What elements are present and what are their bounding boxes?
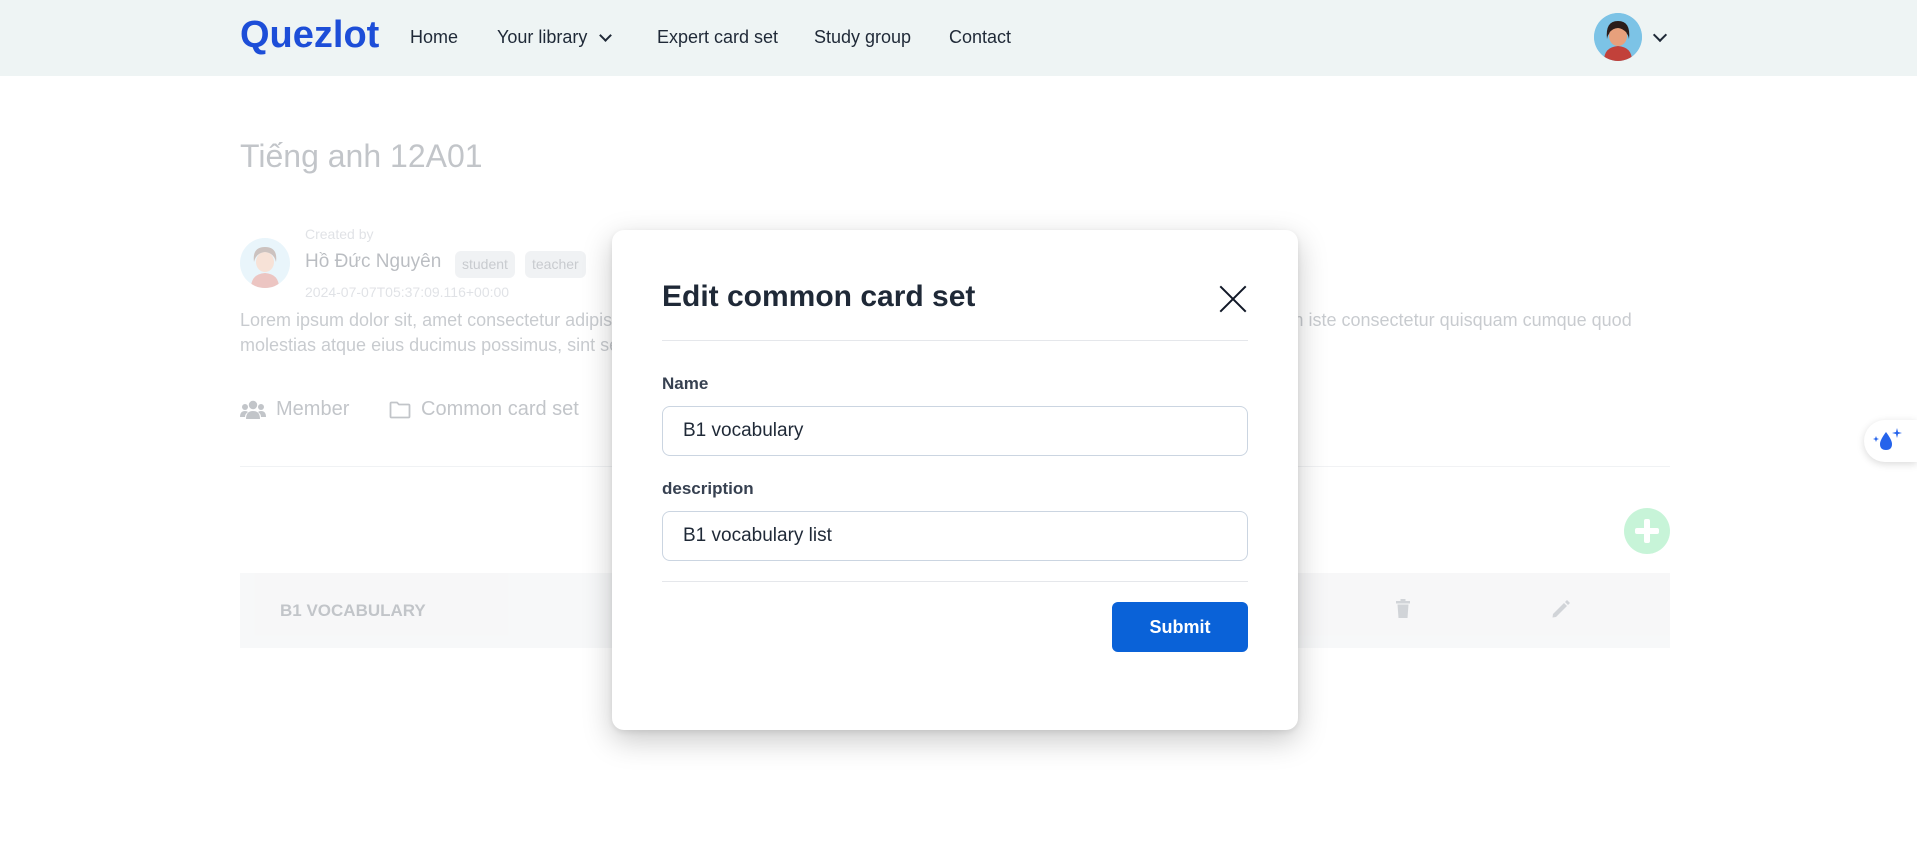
close-icon[interactable]: [1218, 284, 1248, 314]
modal-footer-divider: [662, 581, 1248, 582]
modal-header-divider: [662, 340, 1248, 341]
submit-button[interactable]: Submit: [1112, 602, 1248, 652]
name-input[interactable]: [662, 406, 1248, 456]
modal-title: Edit common card set: [662, 280, 976, 313]
description-input[interactable]: [662, 511, 1248, 561]
description-label: description: [662, 479, 754, 498]
name-label: Name: [662, 374, 709, 393]
edit-card-set-modal: Edit common card set Name description Su…: [612, 230, 1298, 730]
